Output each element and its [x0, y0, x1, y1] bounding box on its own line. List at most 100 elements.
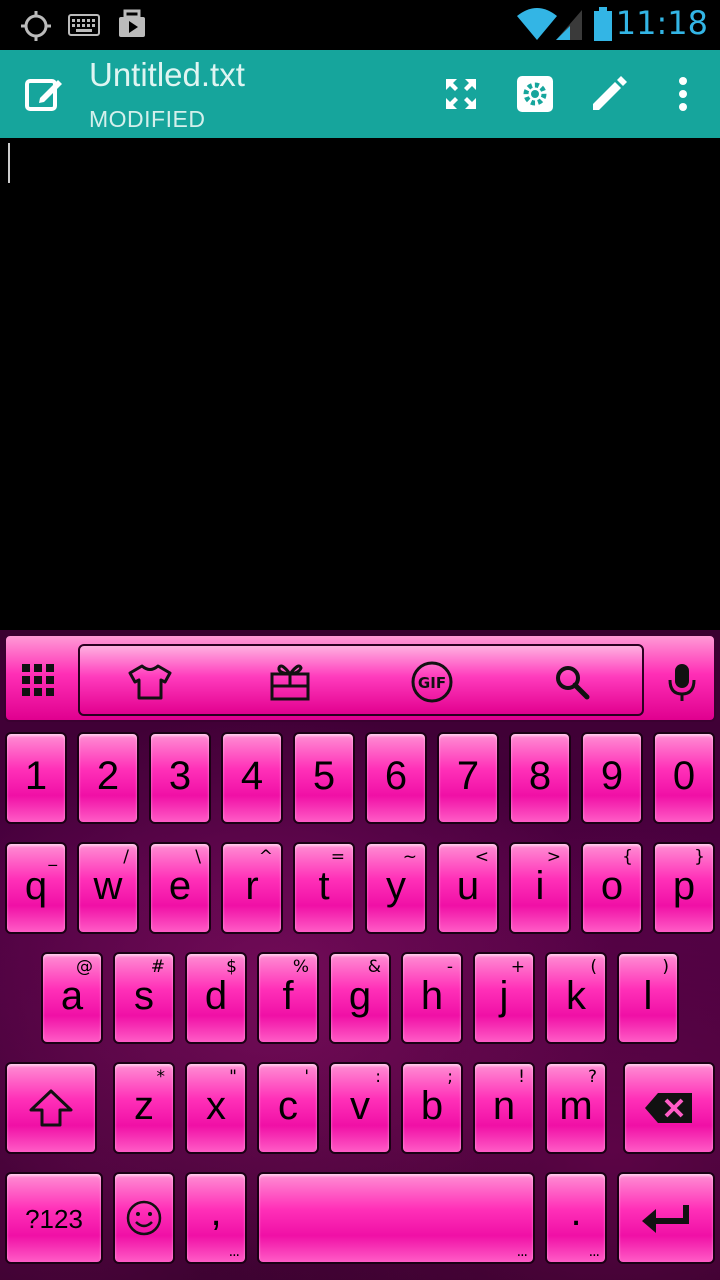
key-9[interactable]: 9: [581, 732, 643, 824]
key-y-label: y: [386, 864, 406, 908]
key-f-hint: %: [292, 957, 309, 977]
fullscreen-icon[interactable]: [435, 68, 487, 120]
key-w[interactable]: w /: [77, 842, 139, 934]
key-3-label: 3: [168, 754, 192, 798]
key-u[interactable]: u <: [437, 842, 499, 934]
key-z[interactable]: z *: [113, 1062, 175, 1154]
key-n[interactable]: n!: [473, 1062, 535, 1154]
emoji-icon: [115, 1174, 173, 1262]
key-b[interactable]: b;: [401, 1062, 463, 1154]
key-i-label: i: [535, 864, 545, 908]
key-c[interactable]: c ': [257, 1062, 319, 1154]
key-5[interactable]: 5: [293, 732, 355, 824]
key-r[interactable]: r ^: [221, 842, 283, 934]
key-n-hint: !: [518, 1067, 525, 1087]
key-a[interactable]: a @: [41, 952, 103, 1044]
key-f-label: f: [282, 974, 294, 1018]
search-icon[interactable]: [550, 662, 594, 702]
key-w-label: w: [93, 864, 123, 908]
key-t[interactable]: t =: [293, 842, 355, 934]
key-x[interactable]: x ": [185, 1062, 247, 1154]
key-v-hint: :: [375, 1067, 381, 1087]
key-k[interactable]: k(: [545, 952, 607, 1044]
keyboard: GIF 1 2 3 4 5 6 7 8 9 0 q _ w / e \ r ^ t = y ~ u < i > o{p} a @ s # d $…: [0, 630, 720, 1280]
key-i-hint: >: [546, 847, 561, 867]
key-7-label: 7: [456, 754, 480, 798]
key-o[interactable]: o{: [581, 842, 643, 934]
new-file-icon[interactable]: [18, 68, 70, 120]
key-m-label: m: [559, 1084, 593, 1128]
key-i[interactable]: i >: [509, 842, 571, 934]
key-e-hint: \: [195, 847, 201, 867]
key-0-label: 0: [672, 754, 696, 798]
status-time: 11:18: [615, 4, 708, 42]
settings-icon[interactable]: [509, 68, 561, 120]
key-j-label: j: [499, 974, 509, 1018]
document-status: MODIFIED: [89, 106, 206, 132]
key-j[interactable]: j +: [473, 952, 535, 1044]
key-b-hint: ;: [447, 1067, 453, 1087]
emoji-key[interactable]: [113, 1172, 175, 1264]
key-q-label: q: [24, 864, 48, 908]
key-4[interactable]: 4: [221, 732, 283, 824]
key-7[interactable]: 7: [437, 732, 499, 824]
backspace-icon: [625, 1064, 713, 1152]
key-q[interactable]: q _: [5, 842, 67, 934]
key-1-label: 1: [24, 754, 48, 798]
period-key-more-dots: ...: [588, 1244, 600, 1260]
key-s-hint: #: [150, 957, 165, 977]
text-editor[interactable]: [0, 138, 720, 630]
key-2-label: 2: [96, 754, 120, 798]
theme-shirt-icon[interactable]: [128, 662, 172, 702]
key-p[interactable]: p}: [653, 842, 715, 934]
text-caret: [8, 143, 10, 183]
key-m[interactable]: m?: [545, 1062, 607, 1154]
key-g[interactable]: g &: [329, 952, 391, 1044]
key-d[interactable]: d $: [185, 952, 247, 1044]
key-y[interactable]: y ~: [365, 842, 427, 934]
key-c-label: c: [278, 1084, 298, 1128]
key-e[interactable]: e \: [149, 842, 211, 934]
enter-icon: [619, 1174, 713, 1262]
battery-icon: [592, 6, 614, 46]
key-8[interactable]: 8: [509, 732, 571, 824]
gif-icon[interactable]: GIF: [410, 661, 454, 703]
symbols-key[interactable]: ?123: [5, 1172, 103, 1264]
key-6[interactable]: 6: [365, 732, 427, 824]
key-s[interactable]: s #: [113, 952, 175, 1044]
more-icon[interactable]: [657, 68, 709, 120]
screen: { "status_bar": { "time": "11:18", "icon…: [0, 0, 720, 1280]
key-f[interactable]: f%: [257, 952, 319, 1044]
key-1[interactable]: 1: [5, 732, 67, 824]
key-l-label: l: [643, 974, 653, 1018]
gift-icon[interactable]: [268, 662, 312, 702]
key-3[interactable]: 3: [149, 732, 211, 824]
key-y-hint: ~: [402, 847, 417, 867]
microphone-icon[interactable]: [666, 662, 698, 706]
space-key[interactable]: ...: [257, 1172, 535, 1264]
shift-key[interactable]: [5, 1062, 97, 1154]
key-v-label: v: [350, 1084, 370, 1128]
key-p-label: p: [672, 864, 696, 908]
key-e-label: e: [168, 864, 192, 908]
key-v[interactable]: v:: [329, 1062, 391, 1154]
key-s-label: s: [134, 974, 154, 1018]
apps-grid-icon[interactable]: [20, 662, 56, 702]
backspace-key[interactable]: [623, 1062, 715, 1154]
key-h[interactable]: h-: [401, 952, 463, 1044]
key-9-label: 9: [600, 754, 624, 798]
key-b-label: b: [420, 1084, 444, 1128]
key-d-label: d: [204, 974, 228, 1018]
period-key[interactable]: ....: [545, 1172, 607, 1264]
pencil-icon[interactable]: [583, 68, 635, 120]
key-2[interactable]: 2: [77, 732, 139, 824]
comma-key[interactable]: ,...: [185, 1172, 247, 1264]
key-z-label: z: [134, 1084, 154, 1128]
key-h-hint: -: [446, 957, 453, 977]
media-icon: [116, 8, 148, 44]
key-t-hint: =: [330, 847, 345, 867]
enter-key[interactable]: [617, 1172, 715, 1264]
keyboard-icon: [68, 14, 100, 40]
key-l[interactable]: l): [617, 952, 679, 1044]
key-0[interactable]: 0: [653, 732, 715, 824]
